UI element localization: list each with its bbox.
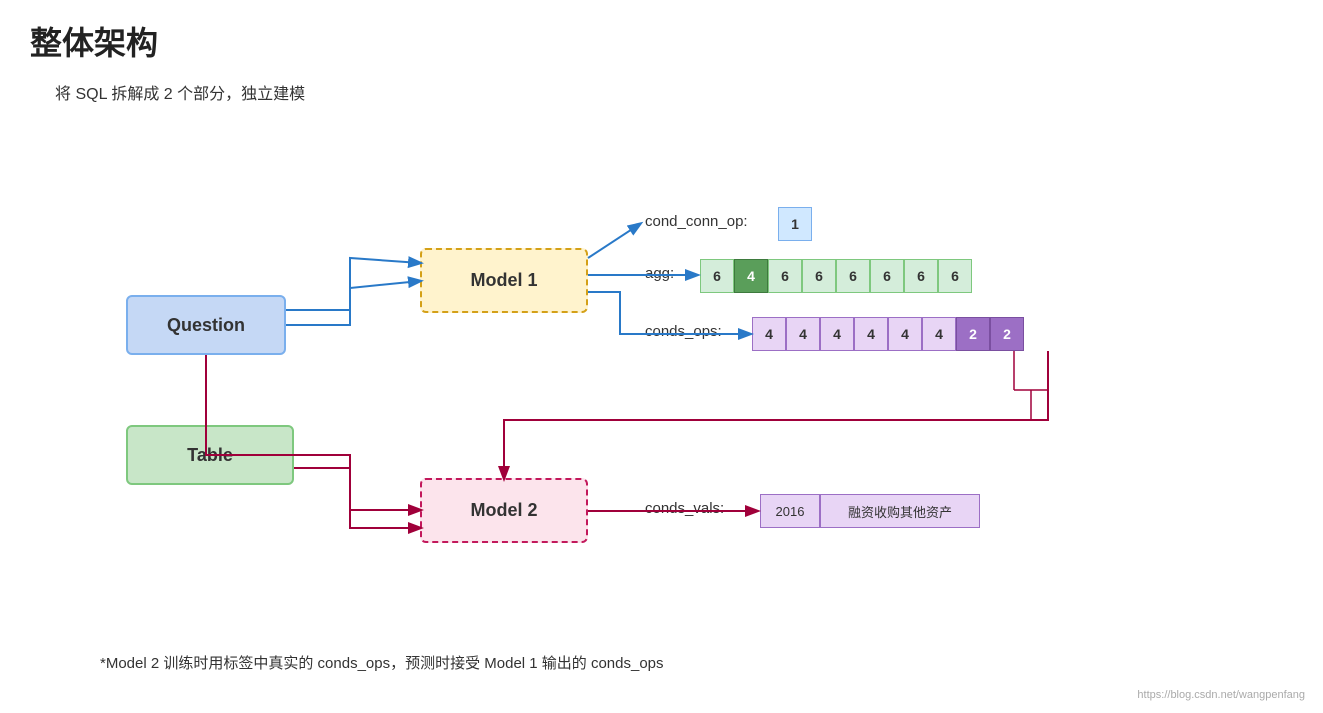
cond-conn-op-label: cond_conn_op:	[645, 213, 748, 230]
conds-vals-label: conds_vals:	[645, 500, 724, 517]
conds-ops-cell-1: 4	[786, 317, 820, 351]
agg-cell-7: 6	[938, 259, 972, 293]
agg-cell-0: 6	[700, 259, 734, 293]
model2-box: Model 2	[420, 478, 588, 543]
question-box: Question	[126, 295, 286, 355]
conds-ops-cell-5: 4	[922, 317, 956, 351]
agg-label: agg:	[645, 265, 674, 282]
conds-vals-cell-1: 融资收购其他资产	[820, 494, 980, 528]
cond-conn-op-cell: 1	[778, 207, 812, 241]
agg-row: 6 4 6 6 6 6 6 6	[700, 259, 972, 293]
cond-conn-op-row: 1	[778, 207, 812, 241]
agg-cell-6: 6	[904, 259, 938, 293]
table-box: Table	[126, 425, 294, 485]
model1-box: Model 1	[420, 248, 588, 313]
conds-ops-cell-6: 2	[956, 317, 990, 351]
page-title: 整体架构	[30, 18, 158, 64]
conds-ops-cell-2: 4	[820, 317, 854, 351]
agg-cell-5: 6	[870, 259, 904, 293]
agg-cell-1: 4	[734, 259, 768, 293]
conds-ops-cell-4: 4	[888, 317, 922, 351]
agg-cell-3: 6	[802, 259, 836, 293]
conds-vals-row: 2016 融资收购其他资产	[760, 494, 980, 528]
subtitle: 将 SQL 拆解成 2 个部分，独立建模	[55, 80, 305, 104]
footnote: *Model 2 训练时用标签中真实的 conds_ops，预测时接受 Mode…	[100, 652, 664, 673]
conds-ops-row: 4 4 4 4 4 4 2 2	[752, 317, 1024, 351]
agg-cell-2: 6	[768, 259, 802, 293]
conds-ops-label: conds_ops:	[645, 323, 722, 340]
conds-ops-cell-7: 2	[990, 317, 1024, 351]
conds-ops-cell-3: 4	[854, 317, 888, 351]
conds-vals-cell-0: 2016	[760, 494, 820, 528]
arrows-diagram	[0, 0, 1323, 713]
watermark: https://blog.csdn.net/wangpenfang	[1137, 689, 1305, 701]
conds-ops-cell-0: 4	[752, 317, 786, 351]
agg-cell-4: 6	[836, 259, 870, 293]
